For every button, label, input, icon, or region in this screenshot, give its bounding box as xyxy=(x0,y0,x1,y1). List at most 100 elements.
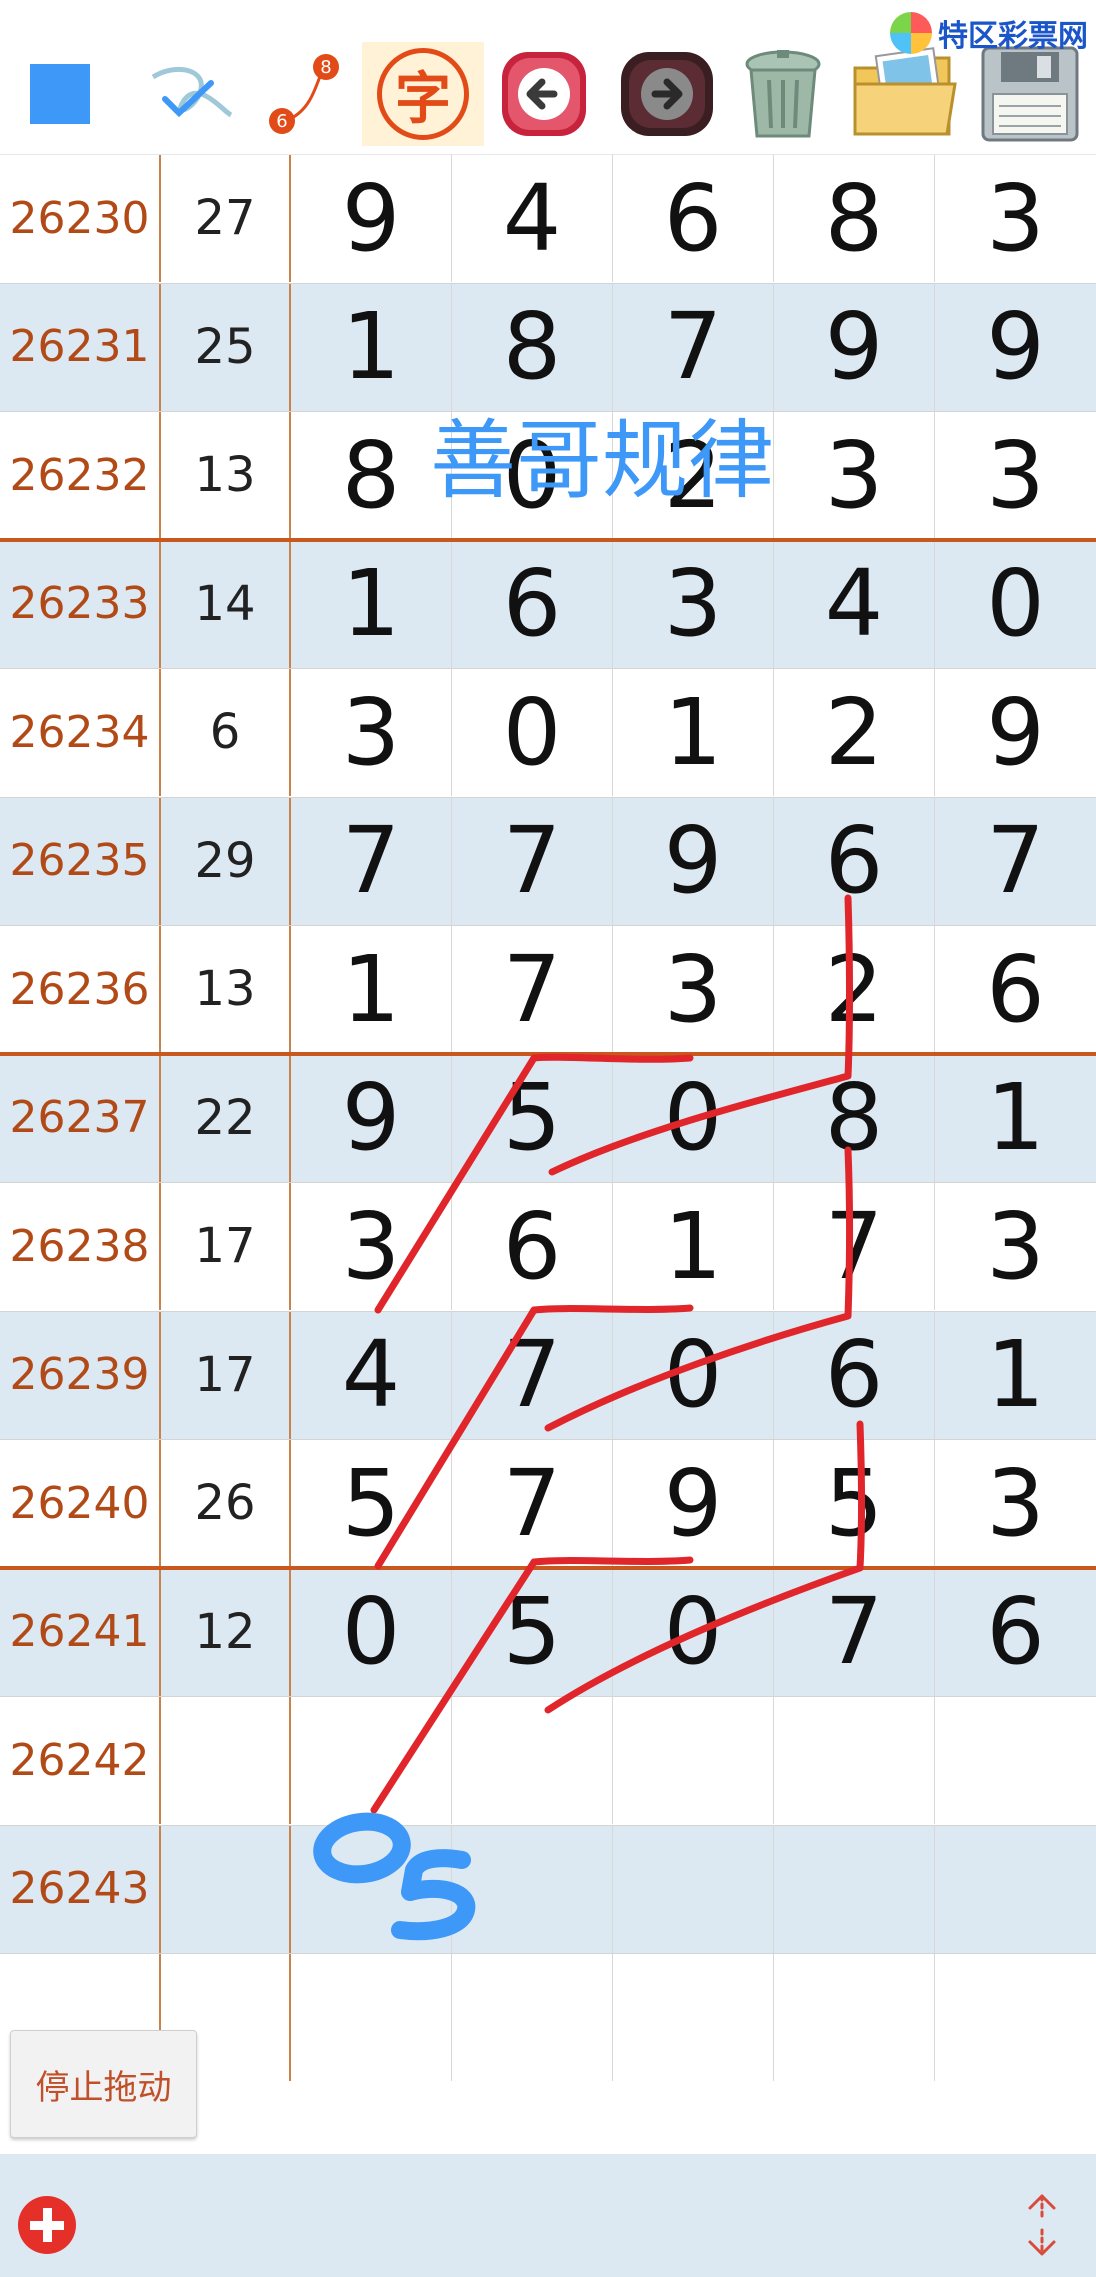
sum-value: 26 xyxy=(161,1439,291,1567)
digit-cell: 7 xyxy=(986,807,1045,914)
issue-number: 26236 xyxy=(0,925,161,1053)
digit-cell: 1 xyxy=(291,282,452,411)
digit-cell: 0 xyxy=(452,668,613,796)
drag-handle-icon[interactable] xyxy=(1020,2190,1064,2260)
digit-cell xyxy=(774,1953,935,2081)
issue-number: 26239 xyxy=(0,1310,161,1439)
digit-cell: 9 xyxy=(774,282,935,411)
digit-cell: 1 xyxy=(613,668,774,796)
digit-cell xyxy=(613,1953,774,2081)
watermark-stamp-text: 善哥规律 xyxy=(430,411,774,511)
clear-button[interactable] xyxy=(724,42,842,146)
table-row: 26230 27 9 4 6 8 3 xyxy=(0,154,1096,282)
sum-value xyxy=(161,1696,291,1824)
digit-cell: 3 xyxy=(774,411,935,539)
sum-value: 13 xyxy=(161,925,291,1053)
row-divider xyxy=(0,925,1096,926)
photo-folder-icon xyxy=(853,47,957,136)
table-row: 26239 17 4 7 0 6 1 xyxy=(0,1310,1096,1439)
issue-number: 26235 xyxy=(0,796,161,925)
digit-cell: 9 xyxy=(613,1439,774,1567)
sum-value: 6 xyxy=(161,668,291,796)
digit-cell: 1 xyxy=(291,539,452,668)
sum-value: 22 xyxy=(161,1053,291,1182)
floppy-disk-icon xyxy=(981,46,1079,142)
table-row: 26240 26 5 7 9 5 3 xyxy=(0,1439,1096,1567)
digit-cell: 2 xyxy=(774,668,935,796)
digit-cell: 8 xyxy=(291,411,452,539)
digit-cell xyxy=(613,1696,774,1824)
line-number-icon: 8 6 xyxy=(269,54,339,134)
save-button[interactable] xyxy=(970,42,1090,146)
sum-value: 13 xyxy=(161,411,291,539)
digit-cell: 8 xyxy=(774,1053,935,1182)
table-row: 26237 22 9 5 0 8 1 xyxy=(0,1053,1096,1182)
digit-cell: 9 xyxy=(613,796,774,925)
digit-cell: 0 xyxy=(613,1053,774,1182)
digit-cell: 0 xyxy=(291,1567,452,1696)
table-row: 26234 6 3 0 1 2 9 xyxy=(0,668,1096,796)
row-divider xyxy=(0,1182,1096,1183)
sum-value xyxy=(161,1824,291,1953)
sum-value: 25 xyxy=(161,282,291,411)
issue-number: 26238 xyxy=(0,1182,161,1310)
back-arrow-icon xyxy=(502,52,586,136)
digit-cell: 3 xyxy=(291,1182,452,1310)
digit-cell: 1 xyxy=(613,1182,774,1310)
digit-cell xyxy=(291,1824,452,1953)
digit-cell: 9 xyxy=(291,154,452,282)
issue-number: 26233 xyxy=(0,539,161,668)
digit-cell: 9 xyxy=(986,678,1045,786)
forward-arrow-icon xyxy=(621,52,713,136)
add-button[interactable] xyxy=(18,2196,76,2254)
site-watermark: 特区彩票网 xyxy=(890,10,1088,56)
digit-cell: 3 xyxy=(986,421,1045,529)
issue-number: 26232 xyxy=(0,411,161,539)
digit-cell xyxy=(291,1696,452,1824)
digit-cell: 7 xyxy=(452,1439,613,1567)
digit-cell: 5 xyxy=(774,1439,935,1567)
group-divider xyxy=(0,537,1096,542)
color-swatch-button[interactable] xyxy=(28,42,92,146)
row-divider xyxy=(0,1696,1096,1697)
sum-value: 29 xyxy=(161,796,291,925)
row-divider xyxy=(0,796,1096,798)
digit-cell: 3 xyxy=(613,539,774,668)
digit-cell: 6 xyxy=(774,796,935,925)
digit-cell xyxy=(452,1953,613,2081)
digit-cell: 7 xyxy=(452,1310,613,1439)
watermark-text: 特区彩票网 xyxy=(938,19,1088,54)
bottom-bar xyxy=(0,2154,1096,2277)
sum-value: 17 xyxy=(161,1310,291,1439)
table-row: 26241 12 0 5 0 7 6 xyxy=(0,1567,1096,1696)
stop-drag-button[interactable]: 停止拖动 xyxy=(10,2030,197,2138)
digit-cell xyxy=(935,1825,1096,1953)
issue-number: 26231 xyxy=(0,282,161,411)
digit-cell: 6 xyxy=(452,1182,613,1310)
pen-tool-button[interactable] xyxy=(140,42,240,146)
digit-cell: 5 xyxy=(452,1567,613,1696)
digit-cell: 1 xyxy=(986,1321,1045,1428)
digit-cell: 6 xyxy=(986,1578,1045,1685)
digit-cell: 3 xyxy=(986,1449,1045,1557)
open-image-button[interactable] xyxy=(842,42,968,146)
digit-cell: 4 xyxy=(774,539,935,668)
redo-button[interactable] xyxy=(614,42,720,146)
issue-number: 26234 xyxy=(0,668,161,796)
digit-cell: 0 xyxy=(613,1310,774,1439)
digit-cell: 4 xyxy=(291,1310,452,1439)
digit-cell xyxy=(452,1824,613,1953)
digit-cell: 0 xyxy=(986,550,1045,657)
pen-check-icon xyxy=(151,66,233,118)
digit-cell: 1 xyxy=(986,1064,1045,1171)
digit-cell: 3 xyxy=(291,668,452,796)
row-divider xyxy=(0,668,1096,669)
digit-cell xyxy=(452,1696,613,1824)
undo-button[interactable] xyxy=(494,42,594,146)
digit-cell: 6 xyxy=(613,154,774,282)
digit-cell: 9 xyxy=(291,1053,452,1182)
digit-cell: 1 xyxy=(291,925,452,1053)
digit-cell: 7 xyxy=(774,1182,935,1310)
line-tool-button[interactable]: 8 6 xyxy=(255,42,355,146)
text-tool-button[interactable]: 字 xyxy=(362,42,484,146)
